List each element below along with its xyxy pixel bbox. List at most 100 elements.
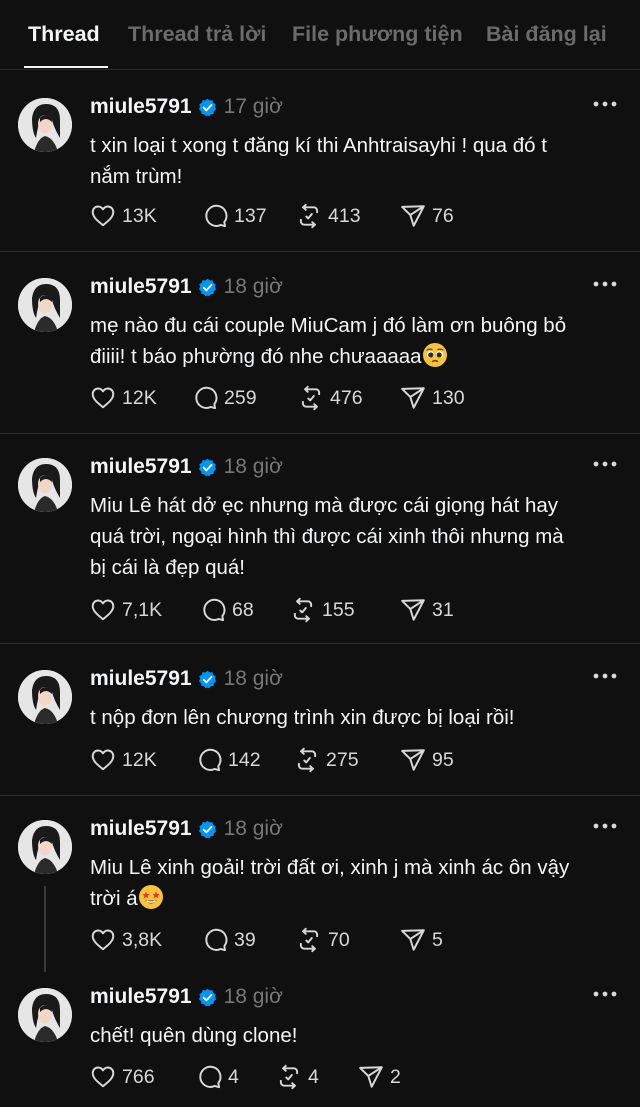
share-button[interactable]: 5 — [400, 926, 443, 954]
share-count: 2 — [390, 1065, 401, 1088]
repost-button[interactable]: 70 — [296, 926, 350, 954]
post-text-line: điiii! t báo phường đó nhe chưaaaaa — [90, 341, 630, 372]
reply-count: 142 — [228, 748, 261, 771]
avatar[interactable] — [18, 278, 72, 332]
thread-post[interactable]: miule5791 18 giờ chết! quên dùng clone! 766… — [0, 974, 640, 1107]
repost-icon — [290, 597, 316, 623]
post-text-line: Miu Lê hát dở ẹc nhưng mà được cái giọng… — [90, 494, 559, 517]
verified-badge-icon — [198, 98, 217, 117]
username[interactable]: miule5791 — [90, 95, 192, 119]
tab-thread[interactable]: Thread — [28, 22, 100, 47]
repost-count: 70 — [328, 928, 350, 951]
share-button[interactable]: 130 — [400, 384, 465, 412]
verified-badge-icon — [198, 670, 217, 689]
post-text: mẹ nào đu cái couple MiuCam j đó làm ơn … — [90, 310, 630, 372]
send-icon — [400, 597, 426, 623]
reply-button[interactable]: 137 — [202, 202, 267, 230]
thread-connector-line — [44, 886, 46, 972]
avatar[interactable] — [18, 670, 72, 724]
post-timestamp: 18 giờ — [223, 275, 283, 298]
post-timestamp: 18 giờ — [223, 667, 283, 690]
username[interactable]: miule5791 — [90, 817, 192, 841]
more-options-icon[interactable] — [592, 456, 618, 467]
reply-button[interactable]: 68 — [200, 596, 254, 624]
reply-bubble-icon — [196, 1064, 222, 1090]
post-text-line: t xin loại t xong t đăng kí thi Anhtrais… — [90, 134, 547, 157]
thread-post[interactable]: miule5791 18 giờ Miu Lê xinh goải! trời đấ… — [0, 806, 640, 974]
share-button[interactable]: 95 — [400, 746, 454, 774]
thread-post[interactable]: miule5791 18 giờ Miu Lê hát dở ẹc nhưng mà… — [0, 444, 640, 644]
like-button[interactable]: 3,8K — [90, 926, 162, 954]
more-options-icon[interactable] — [592, 668, 618, 679]
like-button[interactable]: 12K — [90, 384, 157, 412]
reply-count: 68 — [232, 598, 254, 621]
reply-count: 4 — [228, 1065, 239, 1088]
reply-button[interactable]: 142 — [196, 746, 261, 774]
post-timestamp: 17 giờ — [223, 95, 283, 118]
repost-button[interactable]: 476 — [298, 384, 363, 412]
share-button[interactable]: 2 — [358, 1063, 401, 1091]
tab-media[interactable]: File phương tiện — [292, 22, 463, 47]
post-text-line: Miu Lê xinh goải! trời đất ơi, xinh j mà… — [90, 856, 570, 879]
share-count: 95 — [432, 748, 454, 771]
heart-icon — [90, 747, 116, 773]
pleading-face-emoji — [422, 342, 448, 368]
more-options-icon[interactable] — [592, 276, 618, 287]
reply-button[interactable]: 4 — [196, 1063, 239, 1091]
username[interactable]: miule5791 — [90, 455, 192, 479]
thread-post[interactable]: miule5791 17 giờ t xin loại t xong t đăng … — [0, 84, 640, 252]
like-count: 13K — [122, 204, 157, 227]
reply-bubble-icon — [200, 597, 226, 623]
heart-icon — [90, 1064, 116, 1090]
thread-post[interactable]: miule5791 18 giờ mẹ nào đu cái couple MiuC… — [0, 264, 640, 434]
more-options-icon[interactable] — [592, 986, 618, 997]
reply-bubble-icon — [202, 203, 228, 229]
active-tab-indicator — [24, 66, 108, 68]
repost-count: 155 — [322, 598, 355, 621]
like-button[interactable]: 7,1K — [90, 596, 162, 624]
tab-reposts[interactable]: Bài đăng lại — [486, 22, 607, 47]
post-timestamp: 18 giờ — [223, 817, 283, 840]
reply-button[interactable]: 39 — [202, 926, 256, 954]
repost-button[interactable]: 413 — [296, 202, 361, 230]
heart-icon — [90, 203, 116, 229]
username[interactable]: miule5791 — [90, 275, 192, 299]
share-button[interactable]: 31 — [400, 596, 454, 624]
tab-thread-replies[interactable]: Thread trả lời — [128, 22, 266, 47]
like-count: 3,8K — [122, 928, 163, 951]
share-button[interactable]: 76 — [400, 202, 454, 230]
like-count: 12K — [122, 748, 157, 771]
like-count: 766 — [122, 1065, 155, 1088]
verified-badge-icon — [198, 988, 217, 1007]
username[interactable]: miule5791 — [90, 667, 192, 691]
avatar[interactable] — [18, 98, 72, 152]
heart-icon — [90, 597, 116, 623]
heart-icon — [90, 385, 116, 411]
repost-count: 413 — [328, 204, 361, 227]
reply-count: 39 — [234, 928, 256, 951]
more-options-icon[interactable] — [592, 818, 618, 829]
verified-badge-icon — [198, 278, 217, 297]
avatar[interactable] — [18, 458, 72, 512]
repost-button[interactable]: 155 — [290, 596, 355, 624]
avatar[interactable] — [18, 988, 72, 1042]
like-button[interactable]: 12K — [90, 746, 157, 774]
reply-bubble-icon — [202, 927, 228, 953]
thread-post[interactable]: miule5791 18 giờ t nộp đơn lên chương trìn… — [0, 656, 640, 796]
post-text: chết! quên dùng clone! — [90, 1020, 630, 1051]
like-button[interactable]: 766 — [90, 1063, 155, 1091]
reply-count: 137 — [234, 204, 267, 227]
repost-button[interactable]: 275 — [294, 746, 359, 774]
send-icon — [358, 1064, 384, 1090]
more-options-icon[interactable] — [592, 96, 618, 107]
username[interactable]: miule5791 — [90, 985, 192, 1009]
send-icon — [400, 927, 426, 953]
profile-tabs: Thread Thread trả lời File phương tiện B… — [0, 0, 640, 70]
repost-button[interactable]: 4 — [276, 1063, 319, 1091]
avatar[interactable] — [18, 820, 72, 874]
like-button[interactable]: 13K — [90, 202, 157, 230]
post-text-line: quá trời, ngoại hình thì được cái xinh t… — [90, 525, 564, 548]
post-text-line: mẹ nào đu cái couple MiuCam j đó làm ơn … — [90, 314, 567, 337]
reply-button[interactable]: 259 — [192, 384, 257, 412]
post-text: Miu Lê hát dở ẹc nhưng mà được cái giọng… — [90, 490, 630, 583]
